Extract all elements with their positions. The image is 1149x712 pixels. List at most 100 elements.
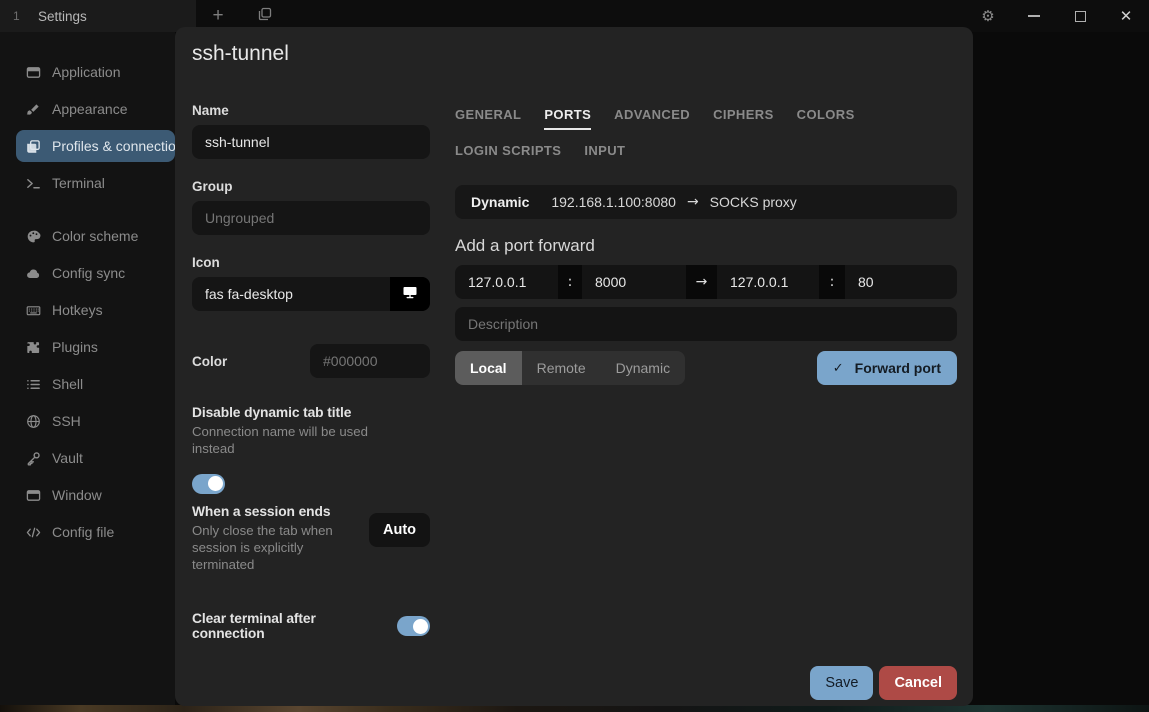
sidebar-item-window[interactable]: Window [16, 479, 175, 511]
sidebar-item-label: Config file [52, 524, 114, 540]
tab-colors[interactable]: COLORS [797, 107, 855, 130]
clone-icon [25, 138, 41, 154]
sidebar-item-label: Config sync [52, 265, 125, 281]
colon-separator: : [819, 265, 845, 299]
option-description: Connection name will be used instead [192, 424, 394, 458]
destination-port-input[interactable] [845, 265, 957, 299]
clear-terminal-toggle[interactable] [397, 616, 430, 636]
forward-type-remote[interactable]: Remote [522, 351, 601, 385]
desktop-monitor-icon [402, 284, 418, 305]
palette-icon [25, 228, 41, 244]
source-host-input[interactable] [455, 265, 558, 299]
option-title: Disable dynamic tab title [192, 405, 430, 420]
color-input[interactable] [310, 344, 430, 378]
minimize-button[interactable] [1011, 0, 1057, 32]
save-button[interactable]: Save [810, 666, 873, 700]
plus-icon: + [212, 5, 223, 27]
duplicate-tab-icon [257, 6, 273, 27]
puzzle-icon [25, 339, 41, 355]
tab-advanced[interactable]: ADVANCED [614, 107, 690, 130]
sidebar-item-plugins[interactable]: Plugins [16, 331, 175, 363]
sidebar-item-label: Hotkeys [52, 302, 103, 318]
icon-label: Icon [192, 255, 430, 270]
icon-picker-button[interactable] [390, 277, 430, 311]
sidebar-item-config-file[interactable]: Config file [16, 516, 175, 548]
sidebar-item-hotkeys[interactable]: Hotkeys [16, 294, 175, 326]
new-port-forward-group: : → : [455, 265, 957, 299]
option-disable-dynamic-tab-title: Disable dynamic tab title Connection nam… [192, 405, 430, 478]
sidebar-item-label: Terminal [52, 175, 105, 191]
sidebar-item-shell[interactable]: Shell [16, 368, 175, 400]
sidebar-item-color-scheme[interactable]: Color scheme [16, 220, 175, 252]
tab-input[interactable]: INPUT [584, 143, 625, 166]
check-icon: ✓ [833, 361, 844, 376]
toggle-knob [208, 476, 223, 491]
paintbrush-icon [25, 101, 41, 117]
tab-ciphers[interactable]: CIPHERS [713, 107, 774, 130]
sidebar-item-vault[interactable]: Vault [16, 442, 175, 474]
gear-icon: ⚙ [981, 7, 994, 25]
close-button[interactable]: ✕ [1103, 0, 1149, 32]
forward-port-button[interactable]: ✓ Forward port [817, 351, 957, 385]
session-end-mode-button[interactable]: Auto [369, 513, 430, 547]
colon-separator: : [558, 265, 582, 299]
group-label: Group [192, 179, 430, 194]
code-icon [25, 524, 41, 540]
forward-type: Dynamic [471, 194, 529, 210]
forward-type-local[interactable]: Local [455, 351, 522, 385]
sidebar-item-label: Profiles & connections [52, 138, 191, 154]
sidebar-item-label: Plugins [52, 339, 98, 355]
option-title: Clear terminal after connection [192, 611, 397, 641]
sidebar-item-label: Window [52, 487, 102, 503]
sidebar-item-ssh[interactable]: SSH [16, 405, 175, 437]
name-input[interactable] [192, 125, 430, 159]
window-icon [25, 487, 41, 503]
tab-settings[interactable]: 1 Settings [0, 0, 196, 32]
source-port-input[interactable] [582, 265, 686, 299]
profile-tabs: GENERAL PORTS ADVANCED CIPHERS COLORS LO… [455, 107, 957, 166]
destination-host-input[interactable] [717, 265, 819, 299]
cancel-button[interactable]: Cancel [879, 666, 957, 700]
keyboard-icon [25, 302, 41, 318]
sidebar-item-label: SSH [52, 413, 81, 429]
sidebar-item-label: Appearance [52, 101, 128, 117]
option-description: Only close the tab when session is expli… [192, 523, 368, 574]
sidebar-item-terminal[interactable]: Terminal [16, 167, 175, 199]
key-icon [25, 450, 41, 466]
sidebar-group-divider [0, 204, 175, 220]
tab-ports[interactable]: PORTS [544, 107, 591, 130]
forward-source: 192.168.1.100:8080 [551, 194, 676, 210]
globe-icon [25, 413, 41, 429]
minimize-icon [1028, 15, 1040, 17]
arrow-icon: → [687, 194, 699, 210]
forward-description-input[interactable] [455, 307, 957, 341]
existing-port-forward-row[interactable]: Dynamic 192.168.1.100:8080 → SOCKS proxy [455, 185, 957, 219]
close-icon: ✕ [1120, 7, 1133, 25]
maximize-icon [1075, 11, 1086, 22]
profile-edit-modal: ssh-tunnel Name Group Icon [175, 27, 973, 706]
sidebar-item-config-sync[interactable]: Config sync [16, 257, 175, 289]
name-label: Name [192, 103, 430, 118]
sidebar-item-profiles-connections[interactable]: Profiles & connections [16, 130, 175, 162]
forward-port-label: Forward port [855, 360, 941, 376]
sidebar-item-application[interactable]: Application [16, 56, 175, 88]
maximize-button[interactable] [1057, 0, 1103, 32]
forward-target: SOCKS proxy [710, 194, 797, 210]
sidebar-item-appearance[interactable]: Appearance [16, 93, 175, 125]
profile-detail-column: GENERAL PORTS ADVANCED CIPHERS COLORS LO… [455, 103, 957, 641]
forward-type-segmented-control: Local Remote Dynamic [455, 351, 685, 385]
window-controls: ⚙ ✕ [965, 0, 1149, 32]
application-window-icon [25, 64, 41, 80]
modal-title: ssh-tunnel [175, 27, 973, 66]
forward-type-dynamic[interactable]: Dynamic [601, 351, 685, 385]
add-port-forward-heading: Add a port forward [455, 236, 957, 256]
sidebar-item-label: Color scheme [52, 228, 138, 244]
background-image-sliver [0, 705, 1149, 712]
tab-login-scripts[interactable]: LOGIN SCRIPTS [455, 143, 561, 166]
tab-general[interactable]: GENERAL [455, 107, 521, 130]
list-icon [25, 376, 41, 392]
group-input[interactable] [192, 201, 430, 235]
tab-title: Settings [38, 9, 87, 24]
sidebar-item-label: Shell [52, 376, 83, 392]
disable-dynamic-tab-title-toggle[interactable] [192, 474, 225, 494]
